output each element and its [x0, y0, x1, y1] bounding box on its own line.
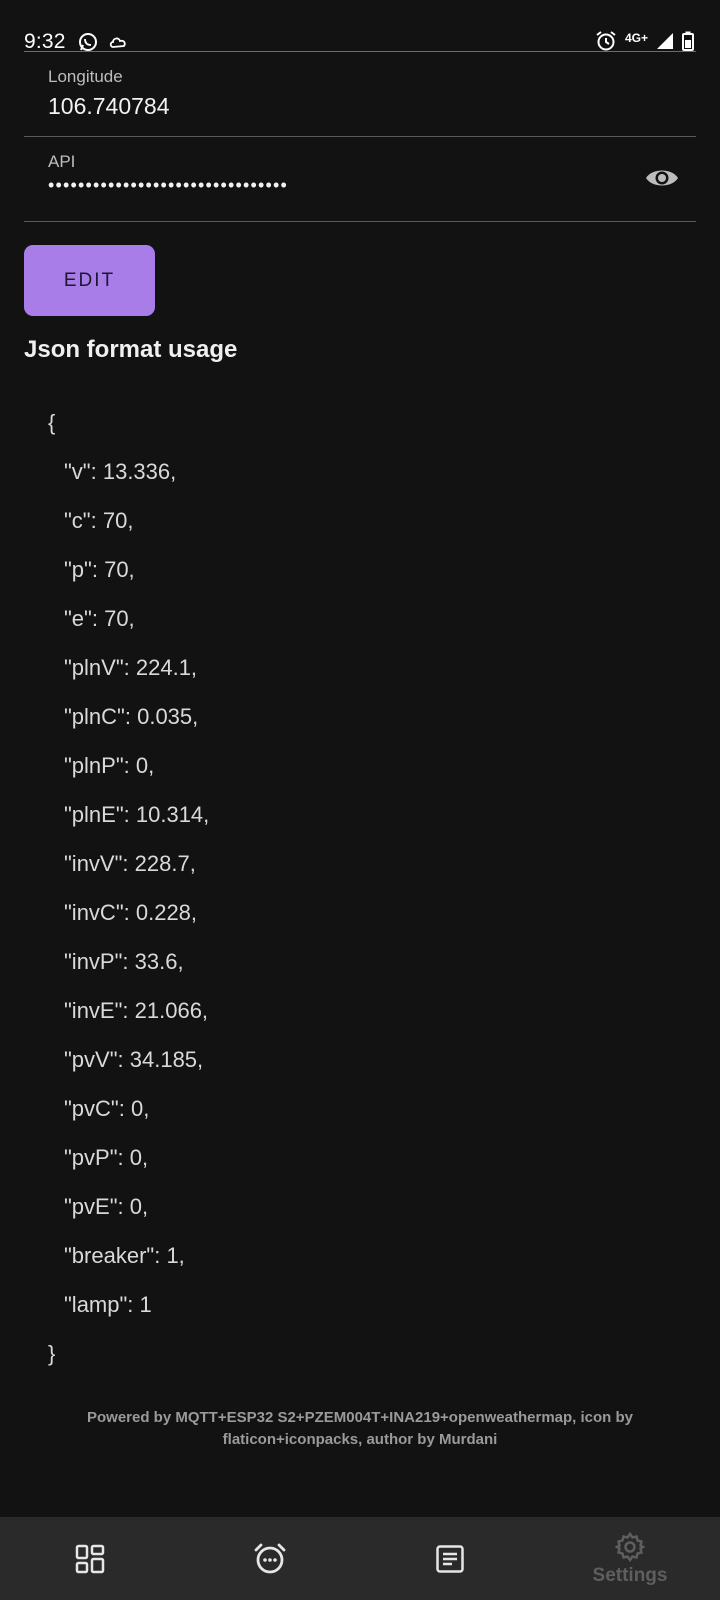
- nav-settings[interactable]: Settings: [540, 1517, 720, 1600]
- bottom-navigation: Settings: [0, 1517, 720, 1600]
- longitude-field[interactable]: Longitude 106.740784: [24, 52, 696, 137]
- api-label: API: [48, 152, 76, 171]
- network-type: 4G+: [624, 30, 648, 45]
- status-bar: 9:32 4G+: [0, 0, 720, 56]
- json-line: "invC": 0.228,: [64, 900, 198, 925]
- json-line: "lamp": 1: [64, 1292, 152, 1317]
- alarm-icon: [253, 1542, 287, 1576]
- gear-icon: [614, 1531, 646, 1563]
- credits-text: Powered by MQTT+ESP32 S2+PZEM004T+INA219…: [86, 1409, 634, 1448]
- edit-button[interactable]: EDIT: [24, 245, 155, 316]
- notes-icon: [435, 1544, 465, 1574]
- api-field[interactable]: API ••••••••••••••••••••••••••••••••: [24, 137, 696, 222]
- json-line: "plnP": 0,: [64, 753, 155, 778]
- nav-settings-label: Settings: [592, 1565, 668, 1586]
- json-line: "pvV": 34.185,: [64, 1047, 204, 1072]
- json-close-brace: }: [48, 1341, 56, 1366]
- json-line: "e": 70,: [64, 606, 135, 631]
- api-value[interactable]: ••••••••••••••••••••••••••••••••: [48, 175, 288, 196]
- json-line: "plnV": 224.1,: [64, 655, 198, 680]
- json-line: "pvE": 0,: [64, 1194, 149, 1219]
- longitude-value[interactable]: 106.740784: [48, 93, 170, 120]
- settings-screen: 9:32 4G+ Longitude 106.740784 API ••••••…: [0, 0, 720, 1600]
- json-open-brace: {: [48, 410, 56, 435]
- json-sample: { "v": 13.336, "c": 70, "p": 70, "e": 70…: [48, 405, 668, 1385]
- json-line: "invV": 228.7,: [64, 851, 196, 876]
- json-line: "invP": 33.6,: [64, 949, 184, 974]
- json-line: "plnE": 10.314,: [64, 802, 210, 827]
- json-line: "plnC": 0.035,: [64, 704, 199, 729]
- nav-dashboard[interactable]: [0, 1517, 180, 1600]
- json-line: "v": 13.336,: [64, 459, 177, 484]
- section-title: Json format usage: [24, 336, 238, 363]
- longitude-label: Longitude: [48, 67, 123, 86]
- json-line: "invE": 21.066,: [64, 998, 209, 1023]
- json-line: "breaker": 1,: [64, 1243, 185, 1268]
- nav-alarm[interactable]: [180, 1517, 360, 1600]
- nav-notes[interactable]: [360, 1517, 540, 1600]
- json-line: "pvC": 0,: [64, 1096, 150, 1121]
- json-line: "p": 70,: [64, 557, 135, 582]
- json-line: "pvP": 0,: [64, 1145, 149, 1170]
- dashboard-icon: [75, 1544, 105, 1574]
- eye-icon[interactable]: [644, 163, 680, 193]
- json-line: "c": 70,: [64, 508, 134, 533]
